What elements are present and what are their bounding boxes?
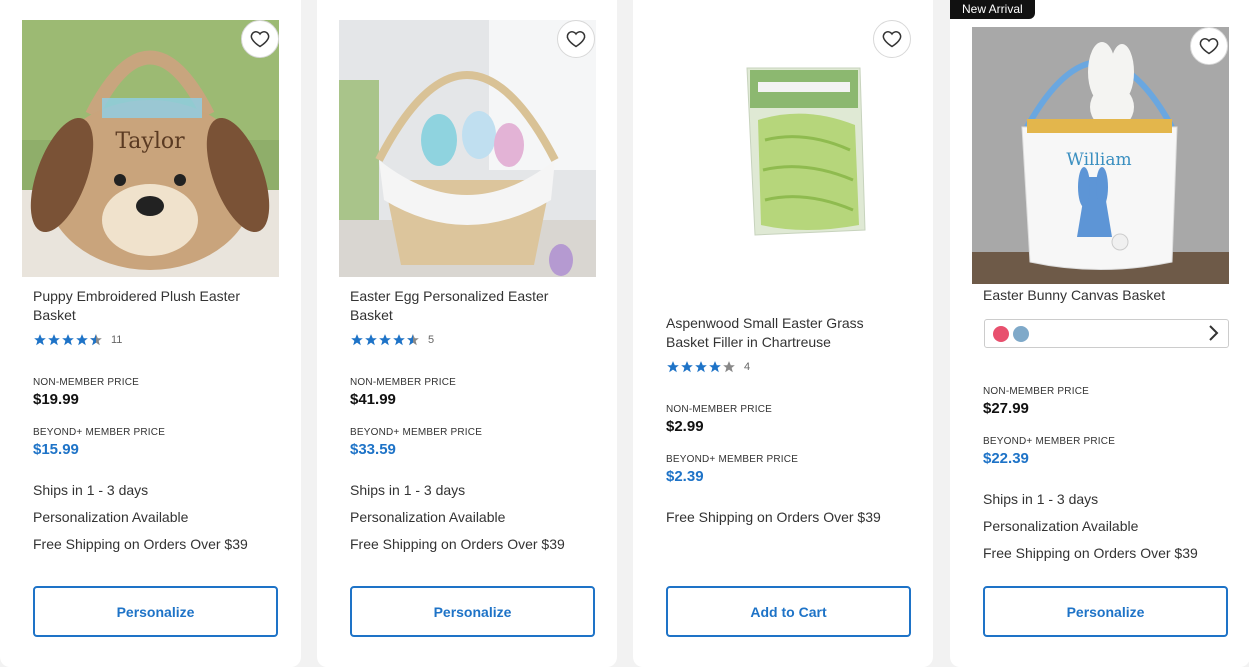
favorite-heart-icon[interactable] xyxy=(873,20,911,58)
member-price-label: BEYOND+ MEMBER PRICE xyxy=(666,454,799,465)
rating-stars[interactable]: 4 xyxy=(666,360,750,374)
free-shipping-note: Free Shipping on Orders Over $39 xyxy=(983,545,1198,561)
rating-stars[interactable]: 11 xyxy=(33,333,122,347)
review-count: 11 xyxy=(111,334,123,346)
nonmember-price: $2.99 xyxy=(666,418,704,435)
nonmember-price: $19.99 xyxy=(33,391,79,408)
rating-stars[interactable]: 5 xyxy=(350,333,434,347)
nonmember-price-label: NON-MEMBER PRICE xyxy=(33,377,139,388)
personalize-button[interactable]: Personalize xyxy=(33,586,278,637)
star-icon xyxy=(667,361,679,373)
chevron-right-icon[interactable] xyxy=(1208,324,1220,347)
member-price-label: BEYOND+ MEMBER PRICE xyxy=(350,427,483,438)
star-icon xyxy=(48,334,60,346)
star-icon xyxy=(62,334,74,346)
star-icon xyxy=(34,334,46,346)
product-image[interactable] xyxy=(339,20,596,277)
shipping-time: Ships in 1 - 3 days xyxy=(350,482,466,498)
member-price-label: BEYOND+ MEMBER PRICE xyxy=(983,436,1116,447)
new-arrival-badge: New Arrival xyxy=(950,0,1035,19)
product-image[interactable]: William xyxy=(972,27,1229,284)
member-price-label: BEYOND+ MEMBER PRICE xyxy=(33,427,166,438)
star-icon xyxy=(351,334,363,346)
product-image[interactable]: Taylor xyxy=(22,20,279,277)
free-shipping-note: Free Shipping on Orders Over $39 xyxy=(350,536,565,552)
product-card[interactable]: Taylor Puppy Embroidered Plush Easter Ba… xyxy=(0,0,301,667)
shipping-time: Ships in 1 - 3 days xyxy=(983,491,1099,507)
personalization-note: Personalization Available xyxy=(33,509,189,525)
personalization-note: Personalization Available xyxy=(983,518,1139,534)
star-icon xyxy=(76,334,88,346)
nonmember-price-label: NON-MEMBER PRICE xyxy=(666,404,772,415)
member-price: $33.59 xyxy=(350,441,396,458)
review-count: 4 xyxy=(744,361,751,373)
star-empty-icon xyxy=(723,361,735,373)
nonmember-price: $27.99 xyxy=(983,400,1029,417)
nonmember-price-label: NON-MEMBER PRICE xyxy=(983,386,1089,397)
star-icon xyxy=(379,334,391,346)
star-half-icon xyxy=(407,334,419,346)
member-price: $15.99 xyxy=(33,441,79,458)
basket-name-print: William xyxy=(1066,150,1131,170)
basket-name-embroidery: Taylor xyxy=(115,129,185,154)
favorite-heart-icon[interactable] xyxy=(1190,27,1228,65)
color-swatch-pink[interactable] xyxy=(993,326,1009,342)
free-shipping-note: Free Shipping on Orders Over $39 xyxy=(33,536,248,552)
product-title[interactable]: Easter Bunny Canvas Basket xyxy=(983,286,1223,305)
star-icon xyxy=(681,361,693,373)
nonmember-price: $41.99 xyxy=(350,391,396,408)
product-title[interactable]: Easter Egg Personalized Easter Basket xyxy=(350,287,590,325)
star-icon xyxy=(365,334,377,346)
free-shipping-note: Free Shipping on Orders Over $39 xyxy=(666,509,881,525)
product-card[interactable]: Easter Egg Personalized Easter Basket 5 … xyxy=(317,0,617,667)
star-icon xyxy=(393,334,405,346)
personalize-button[interactable]: Personalize xyxy=(983,586,1228,637)
nonmember-price-label: NON-MEMBER PRICE xyxy=(350,377,456,388)
product-title[interactable]: Aspenwood Small Easter Grass Basket Fill… xyxy=(666,314,906,352)
add-to-cart-button[interactable]: Add to Cart xyxy=(666,586,911,637)
favorite-heart-icon[interactable] xyxy=(557,20,595,58)
star-half-icon xyxy=(90,334,102,346)
favorite-heart-icon[interactable] xyxy=(241,20,279,58)
product-image[interactable] xyxy=(655,20,912,277)
product-card[interactable]: Aspenwood Small Easter Grass Basket Fill… xyxy=(633,0,933,667)
member-price: $2.39 xyxy=(666,468,704,485)
member-price: $22.39 xyxy=(983,450,1029,467)
color-swatch-selector[interactable] xyxy=(984,319,1229,348)
star-icon xyxy=(695,361,707,373)
personalize-button[interactable]: Personalize xyxy=(350,586,595,637)
star-icon xyxy=(709,361,721,373)
product-title[interactable]: Puppy Embroidered Plush Easter Basket xyxy=(33,287,273,325)
color-swatch-blue[interactable] xyxy=(1013,326,1029,342)
personalization-note: Personalization Available xyxy=(350,509,506,525)
shipping-time: Ships in 1 - 3 days xyxy=(33,482,149,498)
review-count: 5 xyxy=(428,334,435,346)
